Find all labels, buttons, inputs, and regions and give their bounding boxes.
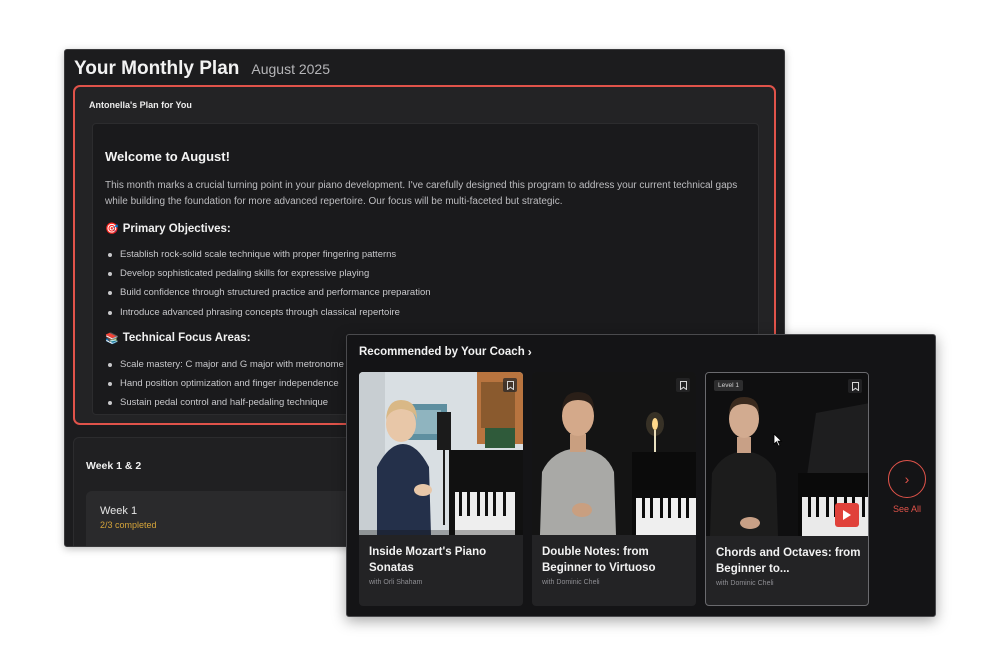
course-thumbnail <box>532 372 696 535</box>
course-card-mozart[interactable]: Inside Mozart's Piano Sonatas with Orli … <box>359 372 523 606</box>
course-card-double-notes[interactable]: Double Notes: from Beginner to Virtuoso … <box>532 372 696 606</box>
course-title: Double Notes: from Beginner to Virtuoso <box>542 546 656 574</box>
plan-header: Your Monthly Plan August 2025 <box>74 58 330 80</box>
recommended-header-link[interactable]: Recommended by Your Coach › <box>359 345 532 359</box>
week-name: Week 1 <box>100 505 138 517</box>
chevron-right-icon: › <box>888 460 926 498</box>
course-instructor: with Dominic Cheli <box>542 579 600 586</box>
course-thumbnail <box>359 372 523 535</box>
list-item: Establish rock-solid scale technique wit… <box>105 245 746 264</box>
course-instructor: with Orli Shaham <box>369 579 423 586</box>
recommended-title: Recommended by Your Coach <box>359 346 525 358</box>
list-item: Develop sophisticated pedaling skills fo… <box>105 264 746 283</box>
weeks-section-title: Week 1 & 2 <box>86 460 142 472</box>
bookmark-icon[interactable] <box>848 379 862 393</box>
target-icon: 🎯 <box>105 223 119 235</box>
books-icon: 📚 <box>105 332 119 345</box>
objectives-list: Establish rock-solid scale technique wit… <box>105 245 746 322</box>
chevron-right-icon: › <box>527 345 532 359</box>
bookmark-icon[interactable] <box>676 378 690 392</box>
see-all-label: See All <box>892 504 922 514</box>
objectives-heading-text: Primary Objectives: <box>122 222 231 235</box>
plan-month: August 2025 <box>251 61 330 77</box>
bookmark-icon[interactable] <box>503 378 517 392</box>
welcome-heading: Welcome to August! <box>105 149 230 164</box>
level-badge: Level 1 <box>714 380 743 391</box>
objectives-heading: 🎯 Primary Objectives: <box>105 222 746 236</box>
intro-paragraph: This month marks a crucial turning point… <box>105 180 738 207</box>
page-title: Your Monthly Plan <box>74 58 240 79</box>
course-title: Inside Mozart's Piano Sonatas <box>369 546 487 574</box>
play-icon[interactable] <box>835 503 859 527</box>
recommended-panel: Recommended by Your Coach › Inside Mozar… <box>346 334 936 617</box>
list-item: Build confidence through structured prac… <box>105 283 746 302</box>
course-instructor: with Dominic Cheli <box>716 580 774 587</box>
week-progress: 2/3 completed <box>100 520 157 530</box>
course-title: Chords and Octaves: from Beginner to... <box>716 547 861 575</box>
mouse-cursor-icon <box>773 433 783 452</box>
coach-panel-label: Antonella's Plan for You <box>89 100 192 110</box>
see-all-button[interactable]: › See All <box>887 460 927 514</box>
course-card-chords-octaves[interactable]: Level 1 Chords and Octaves: from Beginne… <box>705 372 869 606</box>
focus-heading-text: Technical Focus Areas: <box>122 332 251 345</box>
list-item: Introduce advanced phrasing concepts thr… <box>105 303 746 322</box>
